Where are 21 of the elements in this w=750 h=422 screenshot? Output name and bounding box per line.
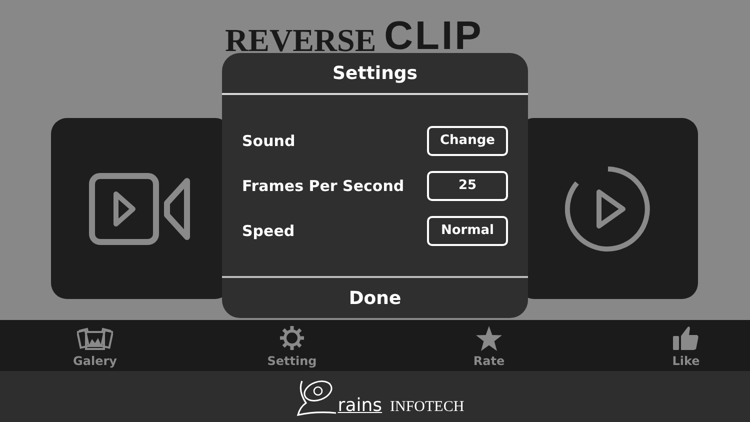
video-camera-icon [89,172,193,244]
settings-icon [279,325,305,351]
dialog-title: Settings [222,53,528,95]
setting-label: Frames Per Second [242,176,404,194]
setting-label: Speed [242,222,295,240]
nav-label[interactable]: Like [672,354,700,368]
gallery-icon [77,327,113,351]
setting-button[interactable]: Normal [427,216,508,246]
app-title: CLIP [384,19,484,53]
play-icon [565,166,651,252]
brand-name: rains [338,394,382,416]
nav-label[interactable]: Galery [73,354,117,368]
nav-label[interactable]: Setting [267,354,317,368]
setting-button[interactable]: 25 [427,170,508,200]
setting-label: Sound [242,132,296,150]
done-button[interactable]: Done [222,278,528,318]
nav-label[interactable]: Rate [473,354,505,368]
company-name: INFOTECH [390,398,464,416]
setting-button[interactable]: Change [427,126,508,156]
thumbs-up-icon [673,325,699,351]
star-icon [476,326,502,351]
